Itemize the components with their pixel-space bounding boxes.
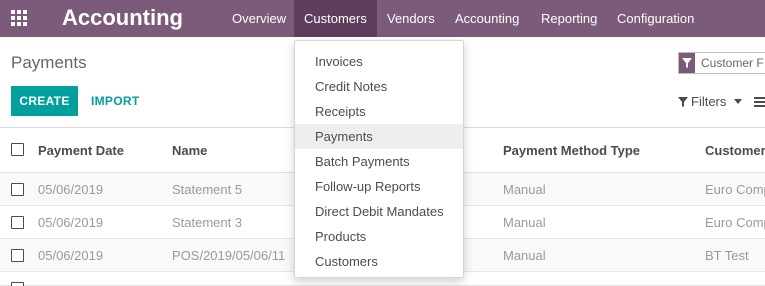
cell-customer: BT Test xyxy=(705,248,749,263)
menu-item-payments[interactable]: Payments xyxy=(295,124,463,149)
menu-customers[interactable]: Customers xyxy=(294,0,377,37)
cell-name: Statement 3 xyxy=(172,215,243,230)
menu-item-receipts[interactable]: Receipts xyxy=(295,99,463,124)
column-customer[interactable]: Customer xyxy=(705,143,765,158)
row-checkbox[interactable] xyxy=(11,183,24,196)
customers-dropdown-menu: Invoices Credit Notes Receipts Payments … xyxy=(294,40,464,278)
menu-item-credit-notes[interactable]: Credit Notes xyxy=(295,74,463,99)
row-checkbox[interactable] xyxy=(11,249,24,262)
cell-method: Manual xyxy=(503,215,546,230)
top-navbar: Accounting Overview Customers Vendors Ac… xyxy=(0,0,765,37)
menu-item-direct-debit-mandates[interactable]: Direct Debit Mandates xyxy=(295,199,463,224)
cell-customer: Euro Comp xyxy=(705,182,765,197)
cell-date: 05/06/2019 xyxy=(38,215,104,230)
list-view-icon[interactable] xyxy=(754,97,765,107)
import-button[interactable]: IMPORT xyxy=(91,86,139,116)
cell-method: Manual xyxy=(503,248,546,263)
menu-configuration[interactable]: Configuration xyxy=(607,0,704,37)
menu-item-products[interactable]: Products xyxy=(295,224,463,249)
search-facet-label: Customer F xyxy=(701,56,764,70)
menu-vendors[interactable]: Vendors xyxy=(377,0,445,37)
select-all-checkbox[interactable] xyxy=(11,143,24,156)
row-checkbox[interactable] xyxy=(11,282,24,286)
menu-item-batch-payments[interactable]: Batch Payments xyxy=(295,149,463,174)
filters-dropdown[interactable]: Filters xyxy=(678,94,743,109)
caret-down-icon xyxy=(734,99,743,104)
breadcrumb-title: Payments xyxy=(11,53,87,72)
apps-grid-icon[interactable] xyxy=(11,10,29,26)
filter-facet-icon xyxy=(679,53,695,73)
cell-date: 05/06/2019 xyxy=(38,182,104,197)
cell-customer: Euro Comp xyxy=(705,215,765,230)
filter-icon xyxy=(678,96,688,107)
search-input[interactable]: Customer F xyxy=(678,52,765,74)
cell-name: Statement 5 xyxy=(172,182,243,197)
cell-method: Manual xyxy=(503,182,546,197)
column-payment-method-type[interactable]: Payment Method Type xyxy=(503,143,640,158)
menu-accounting[interactable]: Accounting xyxy=(445,0,529,37)
app-title: Accounting xyxy=(62,5,183,30)
menu-item-customers[interactable]: Customers xyxy=(295,249,463,274)
create-button[interactable]: CREATE xyxy=(11,86,78,116)
row-checkbox[interactable] xyxy=(11,216,24,229)
menu-reporting[interactable]: Reporting xyxy=(531,0,607,37)
menu-item-invoices[interactable]: Invoices xyxy=(295,49,463,74)
filters-label: Filters xyxy=(691,94,727,109)
cell-name: POS/2019/05/06/11 xyxy=(172,248,286,263)
column-payment-date[interactable]: Payment Date xyxy=(38,143,124,158)
menu-item-follow-up-reports[interactable]: Follow-up Reports xyxy=(295,174,463,199)
menu-overview[interactable]: Overview xyxy=(220,0,298,37)
column-name[interactable]: Name xyxy=(172,143,207,158)
cell-date: 05/06/2019 xyxy=(38,248,104,263)
